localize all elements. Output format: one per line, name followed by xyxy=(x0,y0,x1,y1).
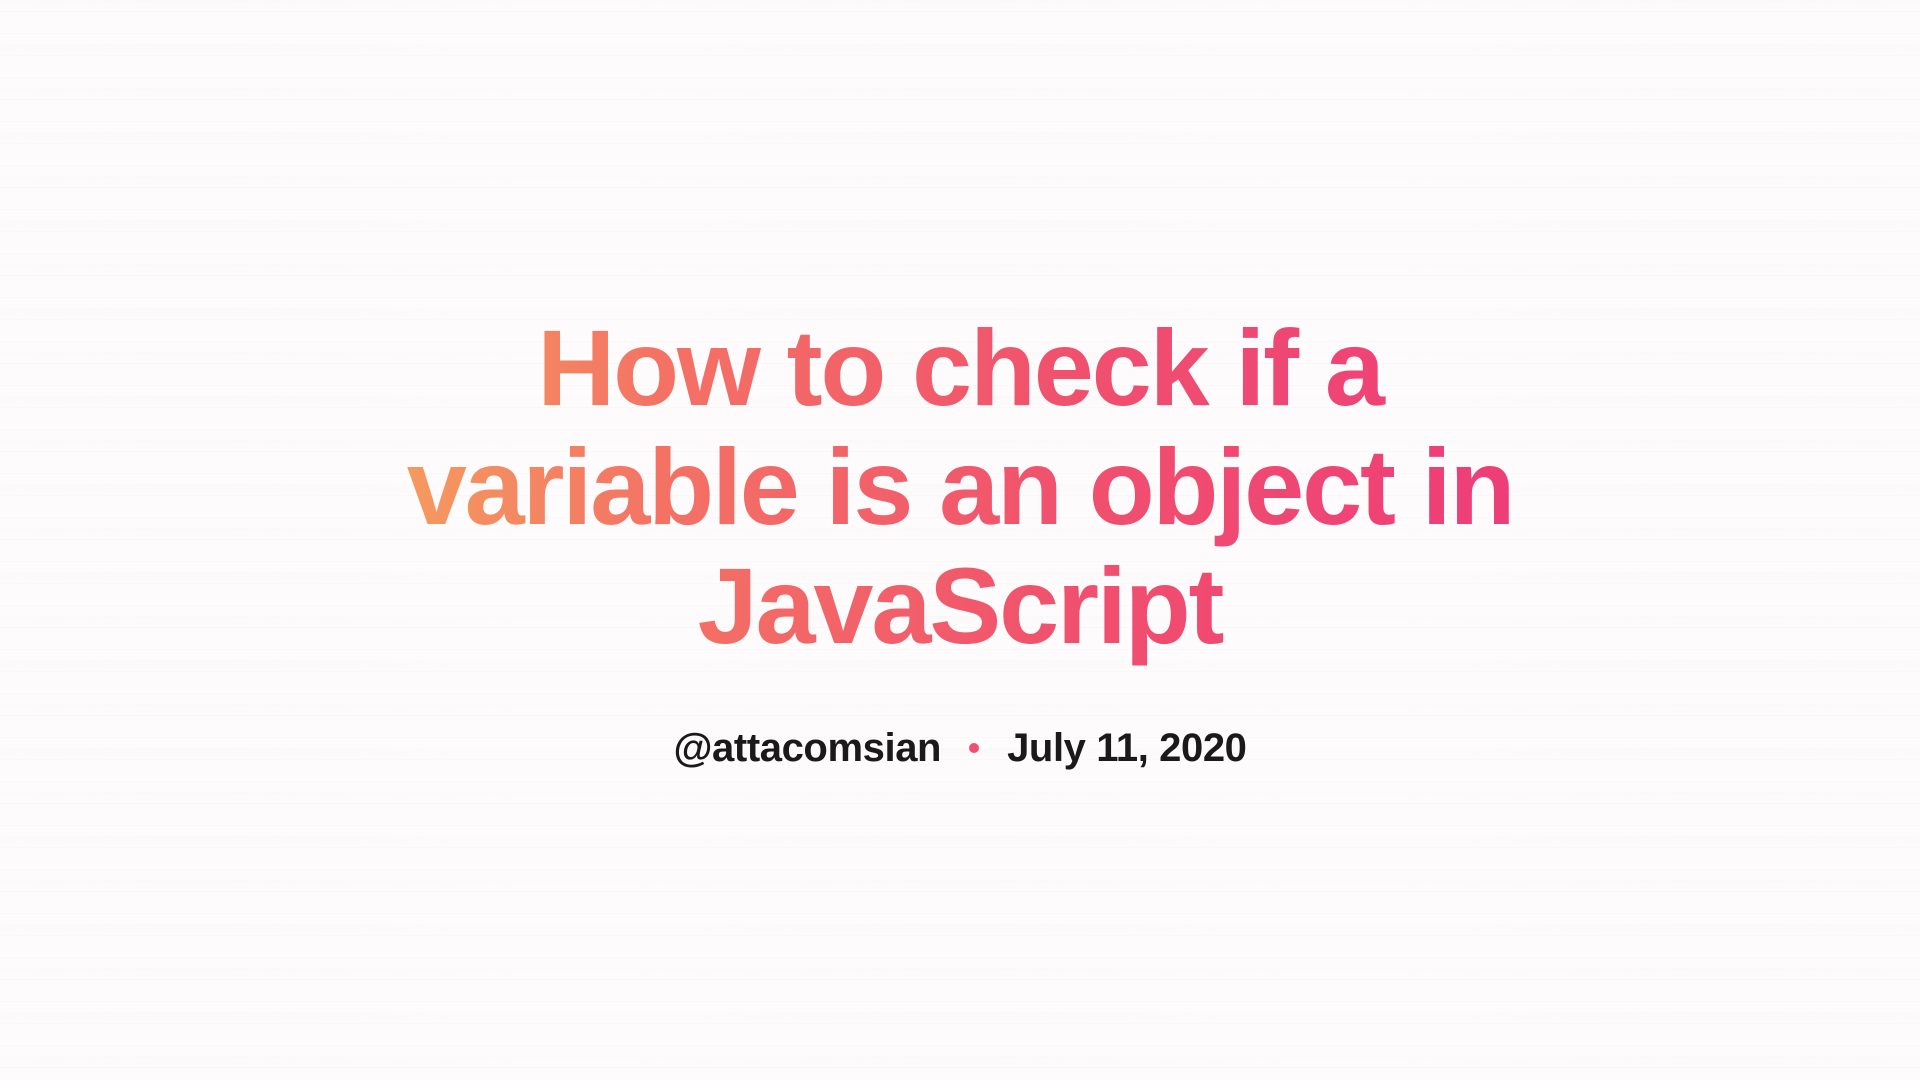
author-handle: @attacomsian xyxy=(673,726,941,771)
publish-date: July 11, 2020 xyxy=(1007,726,1246,771)
content-container: How to check if a variable is an object … xyxy=(320,309,1600,770)
meta-row: @attacomsian July 11, 2020 xyxy=(673,726,1246,771)
dot-separator-icon xyxy=(969,743,979,753)
page-title: How to check if a variable is an object … xyxy=(360,309,1560,665)
